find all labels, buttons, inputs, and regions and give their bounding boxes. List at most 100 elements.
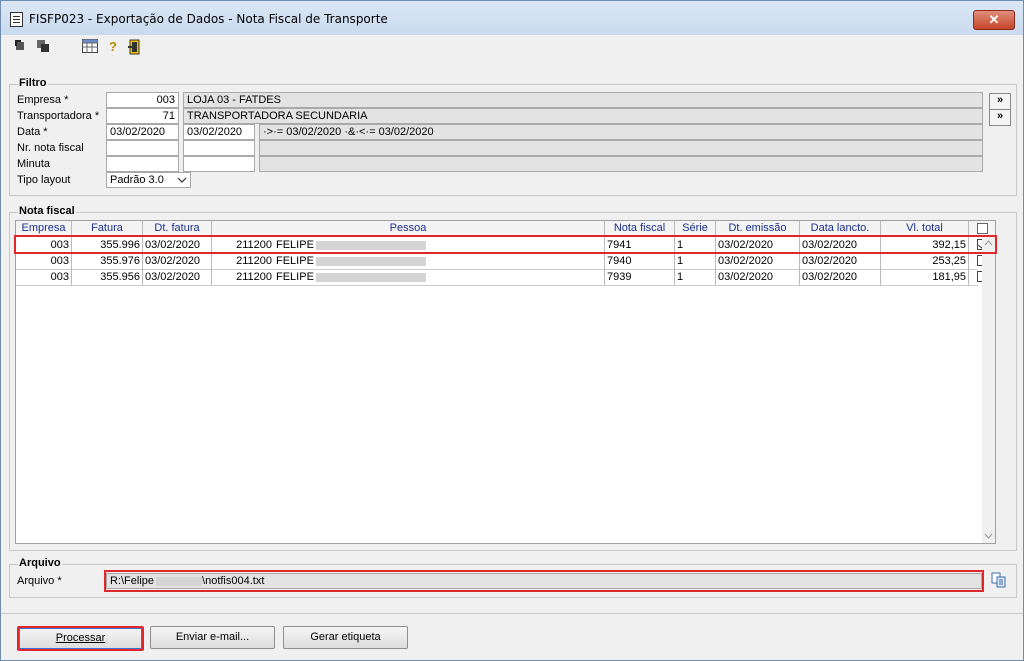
divider [1,613,1023,614]
pessoa-name: FELIPE [276,255,314,267]
minuta-label: Minuta [17,158,51,170]
toolbar: ? [1,35,1023,61]
minuta-description [259,156,983,172]
col-fatura[interactable]: Fatura [72,221,143,236]
pessoa-code: 211200 [236,271,272,283]
table-row[interactable]: 003 355.996 03/02/2020 211200 FELIPE 7941 1 03/… [16,237,988,254]
data-description: ·>·= 03/02/2020 ·&·<·= 03/02/2020 [259,124,983,140]
empresa-label: Empresa * [17,94,69,106]
cell-empresa: 003 [16,269,72,285]
grid-icon[interactable] [82,39,98,55]
minuta-from-field[interactable] [106,156,179,172]
redacted-text [315,240,426,250]
help-icon[interactable]: ? [105,39,121,55]
table-row[interactable]: 003 355.956 03/02/2020 211200 FELIPE 7939 1 03/… [16,269,988,286]
transportadora-label: Transportadora * [17,110,100,122]
arquivo-title: Arquivo [18,557,62,569]
col-dt-emissao[interactable]: Dt. emissão [716,221,800,236]
col-vl-total[interactable]: Vl. total [881,221,969,236]
transportadora-search-button[interactable]: » [989,109,1011,126]
arquivo-path-suffix: \notfis004.txt [202,575,265,587]
window-title: FISFP023 - Exportação de Dados - Nota Fi… [29,12,388,26]
pessoa-name: FELIPE [276,271,314,283]
cell-fatura: 355.956 [72,269,143,285]
cell-nota: 7940 [605,253,675,269]
cell-dt-fatura: 03/02/2020 [143,253,212,269]
exit-icon[interactable] [127,39,143,55]
tipo-layout-select[interactable]: Padrão 3.0 [106,172,191,188]
table-row[interactable]: 003 355.976 03/02/2020 211200 FELIPE 7940 1 03/… [16,253,988,270]
empresa-code-field[interactable]: 003 [106,92,179,108]
cell-dt-fatura: 03/02/2020 [143,269,212,285]
cell-serie: 1 [675,269,716,285]
processar-label: Processar [55,632,106,644]
scroll-up-icon [984,240,993,246]
col-serie[interactable]: Série [675,221,716,236]
data-from-field[interactable]: 03/02/2020 [106,124,179,140]
gerar-etiqueta-button[interactable]: Gerar etiqueta [283,626,408,649]
minuta-to-field[interactable] [183,156,255,172]
redacted-text [156,576,203,586]
cell-vl-total: 253,25 [881,253,969,269]
cell-serie: 1 [675,237,716,253]
select-all-checkbox[interactable] [977,223,988,234]
empresa-name-field: LOJA 03 - FATDES [183,92,983,108]
redacted-text [315,256,426,266]
cell-vl-total: 392,15 [881,237,969,253]
nr-nota-to-field[interactable] [183,140,255,156]
transportadora-name-field: TRANSPORTADORA SECUNDARIA [183,108,983,124]
cell-nota: 7939 [605,269,675,285]
export-icon[interactable] [13,39,29,55]
chevron-down-icon [177,173,187,187]
col-dt-fatura[interactable]: Dt. fatura [143,221,212,236]
cell-dt-emissao: 03/02/2020 [716,237,800,253]
arquivo-label: Arquivo * [17,575,62,587]
empresa-search-button[interactable]: » [989,93,1011,110]
nr-nota-label: Nr. nota fiscal [17,142,84,154]
import-icon[interactable] [35,39,51,55]
enviar-email-button[interactable]: Enviar e-mail... [150,626,275,649]
nr-nota-from-field[interactable] [106,140,179,156]
cell-data-lancto: 03/02/2020 [800,269,881,285]
document-icon [10,12,23,27]
arquivo-path-prefix: R:\Felipe [110,575,155,587]
col-pessoa[interactable]: Pessoa [212,221,605,236]
arquivo-path-field[interactable]: R:\Felipe \notfis004.txt [106,573,982,589]
grid-header: Empresa Fatura Dt. fatura Pessoa Nota fi… [16,221,995,237]
pessoa-name: FELIPE [276,239,314,251]
tipo-layout-label: Tipo layout [17,174,71,186]
title-bar: FISFP023 - Exportação de Dados - Nota Fi… [1,1,1023,35]
cell-vl-total: 181,95 [881,269,969,285]
tipo-layout-value: Padrão 3.0 [110,174,164,186]
redacted-text [315,272,426,282]
col-nota-fiscal[interactable]: Nota fiscal [605,221,675,236]
col-empresa[interactable]: Empresa [16,221,72,236]
col-data-lancto[interactable]: Data lancto. [800,221,881,236]
data-label: Data * [17,126,48,138]
cell-serie: 1 [675,253,716,269]
nr-nota-description [259,140,983,156]
cell-pessoa: 211200 FELIPE [212,269,605,285]
pessoa-code: 211200 [236,239,272,251]
nota-fiscal-grid: Empresa Fatura Dt. fatura Pessoa Nota fi… [15,220,996,544]
browse-file-icon[interactable] [991,572,1007,588]
cell-pessoa: 211200 FELIPE [212,253,605,269]
main-window: FISFP023 - Exportação de Dados - Nota Fi… [0,0,1024,661]
cell-fatura: 355.976 [72,253,143,269]
data-to-field[interactable]: 03/02/2020 [183,124,255,140]
cell-data-lancto: 03/02/2020 [800,237,881,253]
scroll-down-icon [984,533,993,539]
processar-button[interactable]: Processar [17,626,144,651]
transportadora-code-field[interactable]: 71 [106,108,179,124]
close-button[interactable]: ✕ [973,10,1015,30]
col-select-all[interactable] [969,221,995,236]
filtro-title: Filtro [18,77,48,89]
cell-dt-fatura: 03/02/2020 [143,237,212,253]
nota-fiscal-title: Nota fiscal [18,205,76,217]
cell-pessoa: 211200 FELIPE [212,237,605,253]
cell-data-lancto: 03/02/2020 [800,253,881,269]
cell-nota: 7941 [605,237,675,253]
pessoa-code: 211200 [236,255,272,267]
grid-scrollbar[interactable] [982,236,995,543]
cell-dt-emissao: 03/02/2020 [716,269,800,285]
